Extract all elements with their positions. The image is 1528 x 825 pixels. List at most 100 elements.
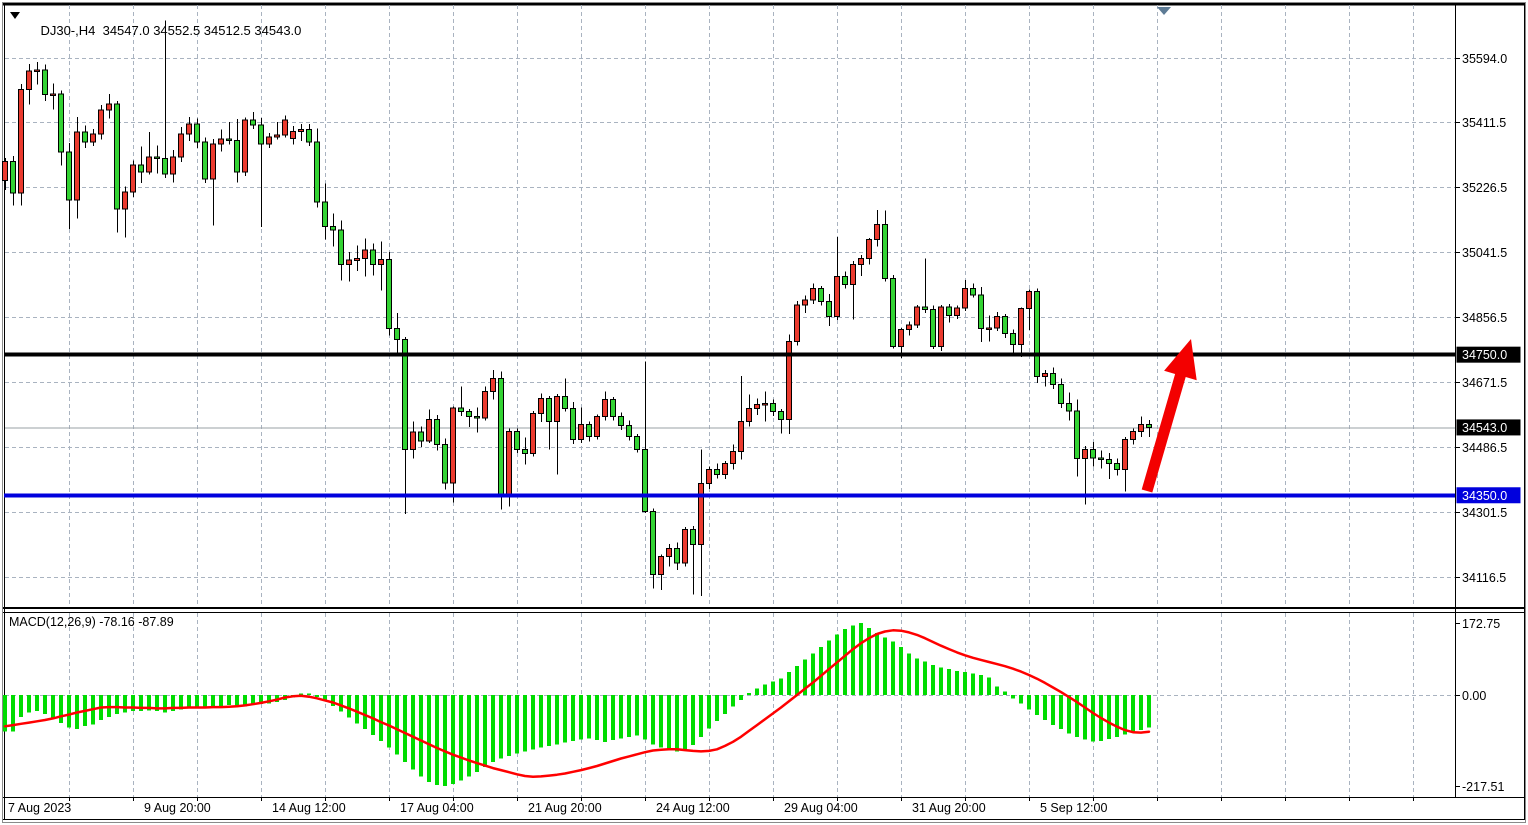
candle-bullish (411, 432, 416, 450)
candle-bearish (227, 139, 232, 141)
candle-bullish (211, 144, 216, 179)
macd-histogram-bar (27, 695, 31, 713)
macd-histogram-bar (1043, 695, 1047, 720)
macd-histogram-bar (875, 633, 879, 695)
candle-bearish (43, 70, 48, 95)
candle-bearish (339, 230, 344, 265)
macd-histogram-bar (763, 685, 767, 695)
chart-canvas[interactable]: 35594.035411.535226.535041.534856.534671… (0, 0, 1528, 825)
macd-histogram-bar (219, 695, 223, 706)
chart-header: DJ30-,H4 34547.0 34552.5 34512.5 34543.0 (26, 8, 301, 53)
candle-bullish (987, 328, 992, 330)
candle-bearish (571, 408, 576, 439)
macd-histogram-bar (883, 637, 887, 695)
candle-bullish (755, 405, 760, 409)
candle-bullish (363, 250, 368, 259)
candle-bearish (1011, 334, 1016, 345)
candle-bearish (643, 450, 648, 512)
macd-histogram-bar (915, 658, 919, 695)
candle-bearish (1107, 459, 1112, 463)
candle-bullish (555, 396, 560, 421)
triangle-down-icon[interactable] (10, 12, 20, 19)
macd-histogram-bar (187, 695, 191, 708)
macd-histogram-bar (779, 678, 783, 695)
candle-bullish (379, 259, 384, 264)
candle-bullish (875, 225, 880, 240)
macd-histogram-bar (851, 625, 855, 695)
candle-bearish (459, 408, 464, 412)
candle-bearish (435, 420, 440, 445)
candle-bullish (1083, 450, 1088, 459)
price-axis-label: 34856.5 (1462, 311, 1507, 325)
candle-bullish (347, 260, 352, 265)
price-axis-label: 35411.5 (1462, 116, 1506, 130)
candle-bearish (675, 548, 680, 562)
candle-bearish (259, 125, 264, 144)
macd-histogram-bar (675, 695, 679, 751)
candle-bearish (627, 426, 632, 437)
candle-bullish (603, 400, 608, 417)
candle-bullish (995, 317, 1000, 328)
candle-bearish (1003, 317, 1008, 334)
candle-bullish (99, 110, 104, 134)
candle-bearish (1099, 458, 1104, 460)
candle-bearish (155, 157, 160, 159)
candle-bullish (1139, 425, 1144, 432)
candle-bearish (83, 132, 88, 142)
macd-histogram-bar (563, 695, 567, 743)
macd-histogram-bar (907, 653, 911, 695)
macd-histogram-bar (747, 693, 751, 695)
macd-histogram-bar (363, 695, 367, 729)
macd-histogram-bar (307, 693, 311, 695)
candle-bullish (811, 289, 816, 300)
candle-bearish (1067, 404, 1072, 411)
candle-bullish (243, 120, 248, 172)
candle-bullish (683, 529, 688, 562)
macd-indicator-label: MACD(12,26,9) -78.16 -87.89 (9, 615, 174, 629)
macd-histogram-bar (467, 695, 471, 776)
macd-histogram-bar (475, 695, 479, 772)
macd-histogram-bar (755, 689, 759, 695)
macd-histogram-bar (811, 653, 815, 695)
macd-histogram-bar (1083, 695, 1087, 739)
macd-histogram-bar (611, 695, 615, 740)
macd-histogram-bar (339, 695, 343, 712)
macd-histogram-bar (515, 695, 519, 753)
macd-histogram-bar (387, 695, 391, 748)
price-tag-label: 34350.0 (1462, 489, 1507, 503)
candle-bullish (35, 70, 40, 72)
candle-bearish (883, 225, 888, 279)
candle-bullish (531, 413, 536, 453)
candle-bearish (587, 425, 592, 437)
candle-bullish (75, 132, 80, 200)
macd-histogram-bar (739, 695, 743, 700)
candle-bearish (1051, 374, 1056, 385)
macd-histogram-bar (163, 695, 167, 713)
macd-histogram-bar (1067, 695, 1071, 733)
candle-bullish (3, 161, 8, 180)
candle-bearish (251, 120, 256, 125)
macd-histogram-bar (1027, 695, 1031, 710)
candle-bearish (779, 412, 784, 420)
candle-bullish (1131, 432, 1136, 440)
candle-bullish (171, 157, 176, 174)
macd-histogram-bar (731, 695, 735, 707)
candle-bearish (163, 159, 168, 174)
macd-histogram-bar (123, 695, 127, 713)
candle-bearish (563, 396, 568, 408)
candle-bearish (387, 259, 392, 328)
candle-bullish (483, 392, 488, 418)
candle-bearish (419, 432, 424, 441)
macd-histogram-bar (771, 682, 775, 695)
macd-histogram-bar (571, 695, 575, 741)
macd-histogram-bar (235, 695, 239, 706)
candle-bearish (467, 412, 472, 417)
macd-histogram-bar (1019, 695, 1023, 703)
macd-histogram-bar (203, 695, 207, 706)
macd-histogram-bar (1091, 695, 1095, 741)
candle-bullish (699, 484, 704, 545)
pane-top-border (3, 3, 1525, 5)
macd-histogram-bar (411, 695, 415, 769)
macd-histogram-bar (1115, 695, 1119, 737)
candle-bearish (971, 289, 976, 295)
